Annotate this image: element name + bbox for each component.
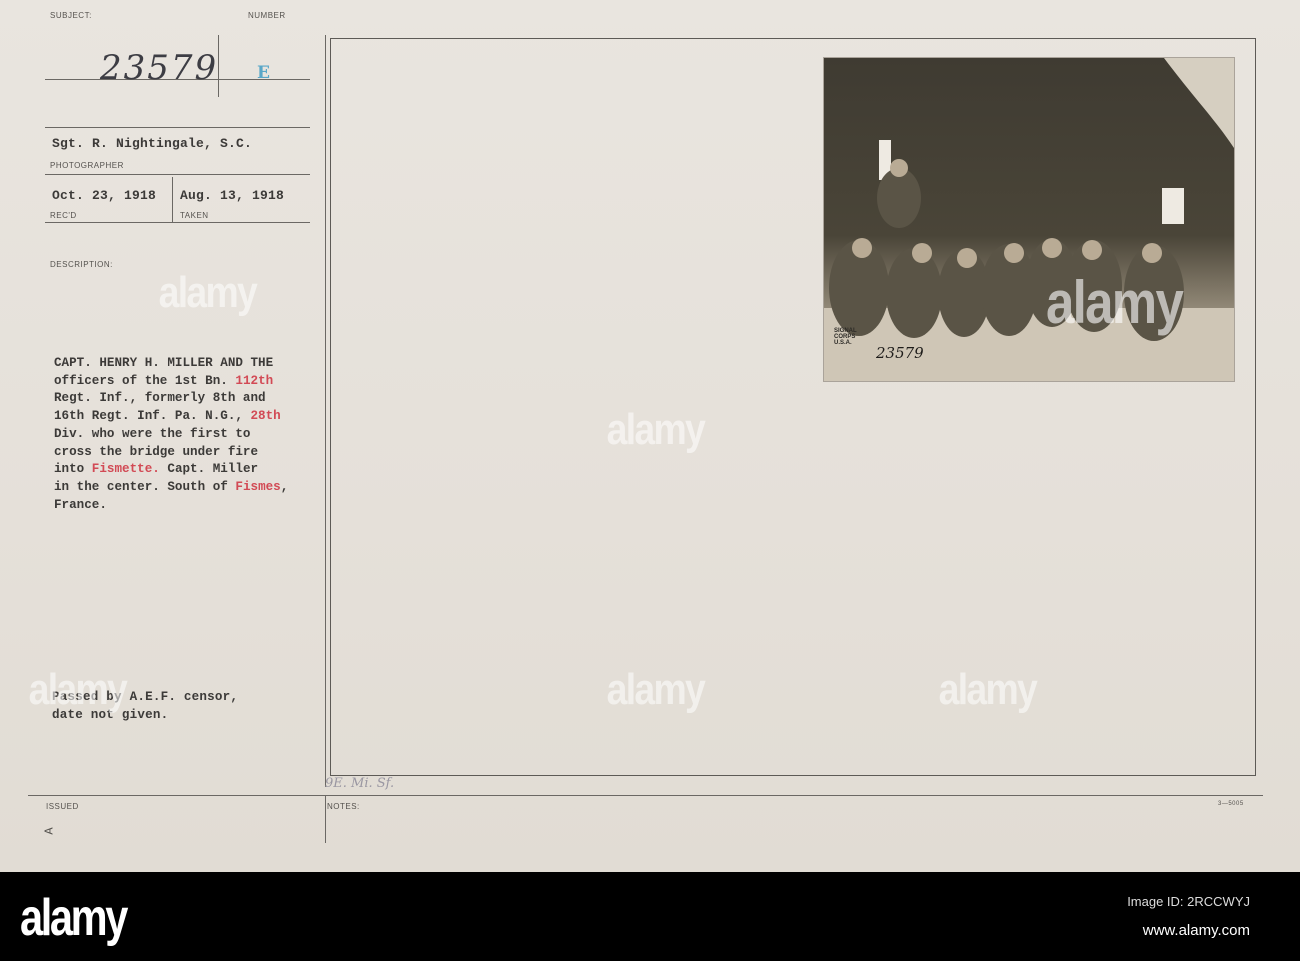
rule (45, 127, 310, 128)
signal-corps-stamp: SIGNAL CORPS U.S.A. (834, 328, 857, 346)
description-segment: 16th Regt. Inf. Pa. N.G., (54, 409, 251, 424)
watermark: alamy (938, 665, 1038, 714)
photo-watermark: alamy (1046, 269, 1184, 336)
date-divider (172, 177, 173, 223)
alamy-logo: alamy (20, 889, 128, 947)
description-line: France. (54, 497, 288, 515)
description-segment: Div. who were the first to (54, 426, 251, 441)
description-line: Div. who were the first to (54, 426, 288, 444)
description-line: officers of the 1st Bn. 112th (54, 373, 288, 391)
description-label: DESCRIPTION: (50, 260, 113, 269)
description-segment: into (54, 462, 92, 477)
subject-label: SUBJECT: (50, 11, 92, 20)
description-segment: Regt. Inf., formerly 8th and (54, 391, 266, 406)
highlighted-text: Fismes (235, 479, 281, 494)
description-segment: France. (54, 497, 107, 512)
description-line: CAPT. HENRY H. MILLER AND THE (54, 355, 288, 373)
highlighted-text: 112th (235, 373, 274, 388)
notes-handwriting: 9E. Mi. Sf. (325, 776, 395, 791)
watermark: alamy (28, 665, 128, 714)
photo-number: 23579 (876, 344, 924, 362)
description-text: CAPT. HENRY H. MILLER AND THE officers of… (54, 355, 288, 514)
received-date: Oct. 23, 1918 (52, 188, 157, 203)
highlighted-text: Fismette. (91, 462, 160, 477)
number-letter-stamp: E (257, 63, 270, 83)
description-segment: Capt. Miller (159, 462, 259, 477)
description-line: in the center. South of Fismes, (54, 479, 288, 497)
alamy-url[interactable]: www.alamy.com (1143, 922, 1250, 939)
watermark: alamy (606, 665, 706, 714)
issued-label: ISSUED (46, 802, 79, 811)
highlighted-text: 28th (250, 409, 281, 424)
notes-divider (325, 795, 326, 843)
description-line: into Fismette. Capt. Miller (54, 461, 288, 479)
description-line: cross the bridge under fire (54, 444, 288, 462)
rule (45, 222, 310, 223)
image-id: Image ID: 2RCCWYJ (1127, 894, 1250, 909)
description-segment: officers of the 1st Bn. (54, 373, 236, 388)
photograph: SIGNAL CORPS U.S.A. 23579 alamy (823, 57, 1235, 382)
description-segment: CAPT. HENRY H. MILLER AND THE (54, 356, 274, 370)
description-line: Regt. Inf., formerly 8th and (54, 390, 288, 408)
description-line: 16th Regt. Inf. Pa. N.G., 28th (54, 408, 288, 426)
watermark: alamy (158, 268, 258, 317)
handwritten-subject-number: 23579 (100, 48, 219, 88)
form-number: 3—5005 (1218, 801, 1244, 807)
description-segment: , (280, 479, 289, 494)
watermark: alamy (606, 405, 706, 454)
archival-photo-card: SUBJECT: NUMBER 23579 E Sgt. R. Nighting… (0, 0, 1300, 872)
rule (45, 174, 310, 175)
taken-date: Aug. 13, 1918 (180, 188, 285, 203)
rule (28, 795, 1263, 796)
taken-label: TAKEN (180, 211, 209, 220)
issued-mark: A (42, 827, 57, 835)
description-segment: cross the bridge under fire (54, 444, 259, 459)
column-divider (325, 35, 326, 787)
photographer-label: PHOTOGRAPHER (50, 161, 124, 170)
description-segment: in the center. South of (54, 479, 236, 494)
stock-banner: alamy Image ID: 2RCCWYJ www.alamy.com (0, 872, 1300, 961)
photographer-name: Sgt. R. Nightingale, S.C. (52, 136, 253, 151)
number-label: NUMBER (248, 11, 286, 20)
received-label: REC'D (50, 211, 77, 220)
notes-label: NOTES: (327, 802, 360, 811)
